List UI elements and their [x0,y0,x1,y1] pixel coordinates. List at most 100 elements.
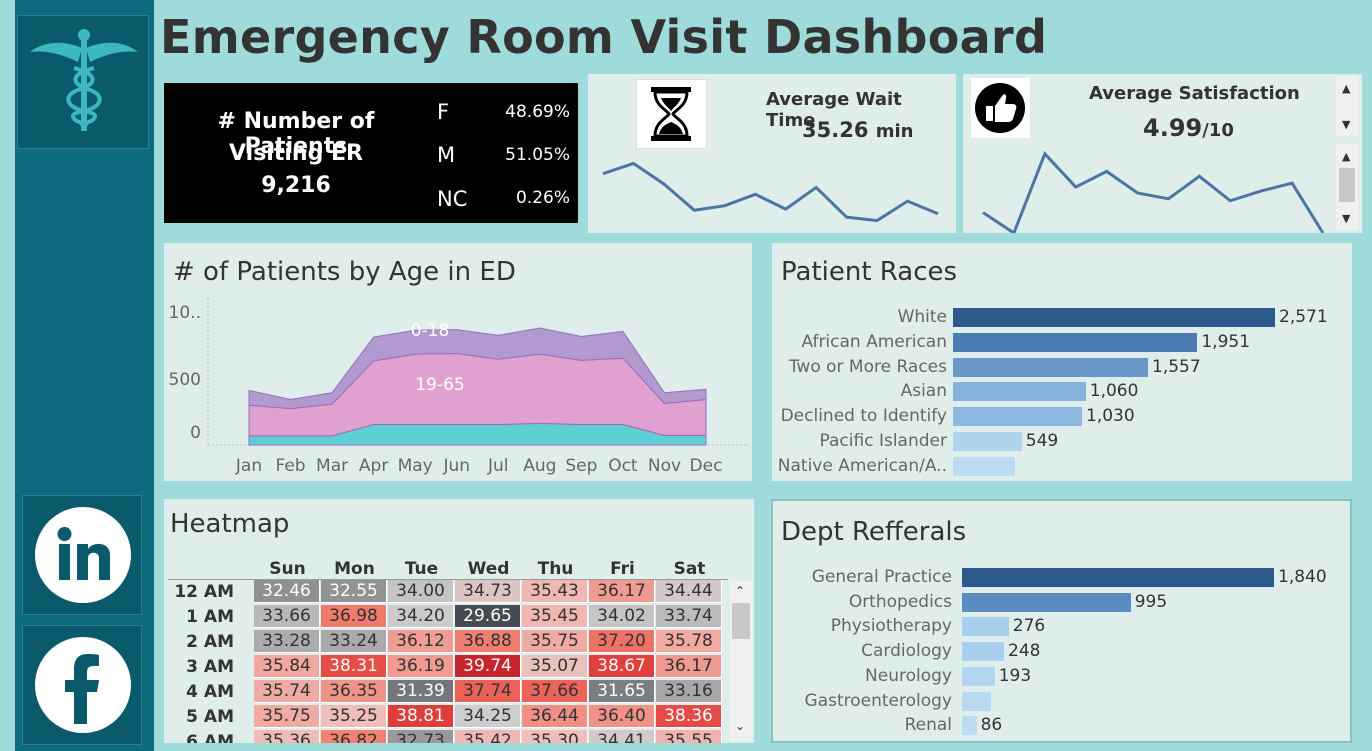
bar [953,357,1148,377]
heatmap-cell[interactable]: 36.35 [321,680,387,703]
heatmap-cell[interactable]: 29.65 [455,605,521,628]
page-title: Emergency Room Visit Dashboard [160,10,1048,64]
linkedin-icon[interactable] [23,496,143,616]
heatmap-cell[interactable]: 36.82 [321,730,387,743]
kpi-scrollbar[interactable]: ▲ ▼ [1336,76,1358,136]
linkedin-tile[interactable] [22,495,142,615]
heatmap-column-header: Thu [537,559,574,579]
heatmap-cell[interactable]: 34.73 [455,580,521,603]
heatmap-cell[interactable]: 34.20 [388,605,454,628]
satisfaction-sparkline [982,151,1325,233]
heatmap-cell[interactable]: 35.78 [656,630,722,653]
heatmap-cell[interactable]: 32.46 [254,580,320,603]
races-title: Patient Races [781,257,958,287]
heatmap-cell[interactable]: 36.12 [388,630,454,653]
facebook-icon[interactable] [23,626,143,746]
heatmap-cell[interactable]: 35.42 [455,730,521,743]
bar-label: Asian [900,381,947,402]
heatmap-cell[interactable]: 34.00 [388,580,454,603]
heatmap-cell[interactable]: 35.30 [522,730,588,743]
bar-value-label: 1,840 [1278,567,1327,587]
bar-value-label: 1,951 [1201,331,1251,352]
heatmap-row-label: 4 AM [186,682,234,702]
heatmap-cell[interactable]: 35.45 [522,605,588,628]
scroll-up-icon[interactable]: ▲ [1342,82,1350,95]
bar-value-label: 995 [1134,591,1168,612]
scroll-down-icon[interactable]: ▼ [1342,212,1350,225]
scroll-thumb[interactable] [732,603,750,639]
heatmap-cell[interactable]: 37.74 [455,680,521,703]
bar [953,456,1016,476]
heatmap-cell[interactable]: 35.75 [522,630,588,653]
x-tick-label: Nov [648,456,681,476]
heatmap-cell[interactable]: 36.40 [589,705,655,728]
bar [953,432,1022,451]
bar-label: White [897,307,947,327]
scroll-down-icon[interactable]: ▼ [1342,118,1350,131]
heatmap-cell[interactable]: 36.17 [589,580,655,603]
heatmap-cell[interactable]: 38.81 [388,705,454,728]
heatmap-cell[interactable]: 38.36 [656,705,722,728]
heatmap-cell[interactable]: 38.31 [321,655,387,678]
bar [953,382,1086,402]
scroll-down-icon[interactable]: ⌄ [735,719,745,733]
bar-label: Pacific Islander [819,431,947,451]
x-tick-label: Feb [275,456,305,476]
heatmap-panel: Heatmap Sun Mon Tue Wed Thu Fri Sat 12 AM 32.46 3… [164,499,754,743]
bar-label: Declined to Identify [780,406,947,427]
heatmap-cell[interactable]: 35.55 [656,730,722,743]
heatmap-cell[interactable]: 36.88 [455,630,521,653]
heatmap-cell[interactable]: 32.73 [388,730,454,743]
y-tick-label: 10.. [169,303,201,323]
heatmap-cell[interactable]: 37.20 [589,630,655,653]
x-tick-label: Oct [608,456,638,476]
heatmap-cell[interactable]: 35.84 [254,655,320,678]
bar-value-label: 1,557 [1152,356,1201,377]
heatmap-cell[interactable]: 34.25 [455,705,521,728]
x-tick-label: Jan [235,456,262,476]
bar-value-label: 193 [998,665,1032,686]
heatmap-cell[interactable]: 36.17 [656,655,722,678]
heatmap-cell[interactable]: 33.24 [321,630,387,653]
bar [953,332,1198,352]
heatmap-cell[interactable]: 35.43 [522,580,588,603]
heatmap-cell[interactable]: 33.16 [656,680,722,703]
heatmap-cell[interactable]: 35.36 [254,730,320,743]
heatmap-cell[interactable]: 36.98 [321,605,387,628]
gender-label-nc: NC [437,187,468,211]
scroll-up-icon[interactable]: ▲ [1342,150,1350,163]
heatmap-cell[interactable]: 35.74 [254,680,320,703]
bar [962,642,1005,662]
heatmap-cell[interactable]: 31.39 [388,680,454,703]
heatmap-cell[interactable]: 36.44 [522,705,588,728]
heatmap-cell[interactable]: 35.07 [522,655,588,678]
facebook-tile[interactable] [22,625,142,745]
bar [962,592,1131,612]
heatmap-scrollbar[interactable]: ⌃ ⌄ [730,581,752,741]
sparkline-scrollbar[interactable]: ▲ ▼ [1336,144,1358,230]
heatmap-cell[interactable]: 34.02 [589,605,655,628]
scroll-up-icon[interactable]: ⌃ [735,584,745,598]
logo-tile [17,15,149,149]
heatmap-cell[interactable]: 34.44 [656,580,722,603]
heatmap-cell[interactable]: 33.66 [254,605,320,628]
heatmap-cell[interactable]: 34.41 [589,730,655,743]
heatmap-cell[interactable]: 31.65 [589,680,655,703]
heatmap-cell[interactable]: 35.25 [321,705,387,728]
bar-value-label: 1,060 [1089,381,1139,402]
heatmap-cell[interactable]: 37.66 [522,680,588,703]
heatmap-column-header: Fri [610,559,635,579]
scroll-thumb[interactable] [1339,168,1355,202]
dept-title: Dept Refferals [781,517,967,547]
heatmap-cell[interactable]: 39.74 [455,655,521,678]
heatmap-cell[interactable]: 32.55 [321,580,387,603]
bar-label: African American [801,331,947,352]
heatmap-cell[interactable]: 35.75 [254,705,320,728]
heatmap-cell[interactable]: 38.67 [589,655,655,678]
heatmap-cell[interactable]: 33.28 [254,630,320,653]
x-tick-label: Jul [487,456,509,476]
heatmap-cell[interactable]: 36.19 [388,655,454,678]
heatmap-cell[interactable]: 33.74 [656,605,722,628]
x-tick-label: Dec [690,456,723,476]
heatmap-row-label: 6 AM [186,732,234,743]
